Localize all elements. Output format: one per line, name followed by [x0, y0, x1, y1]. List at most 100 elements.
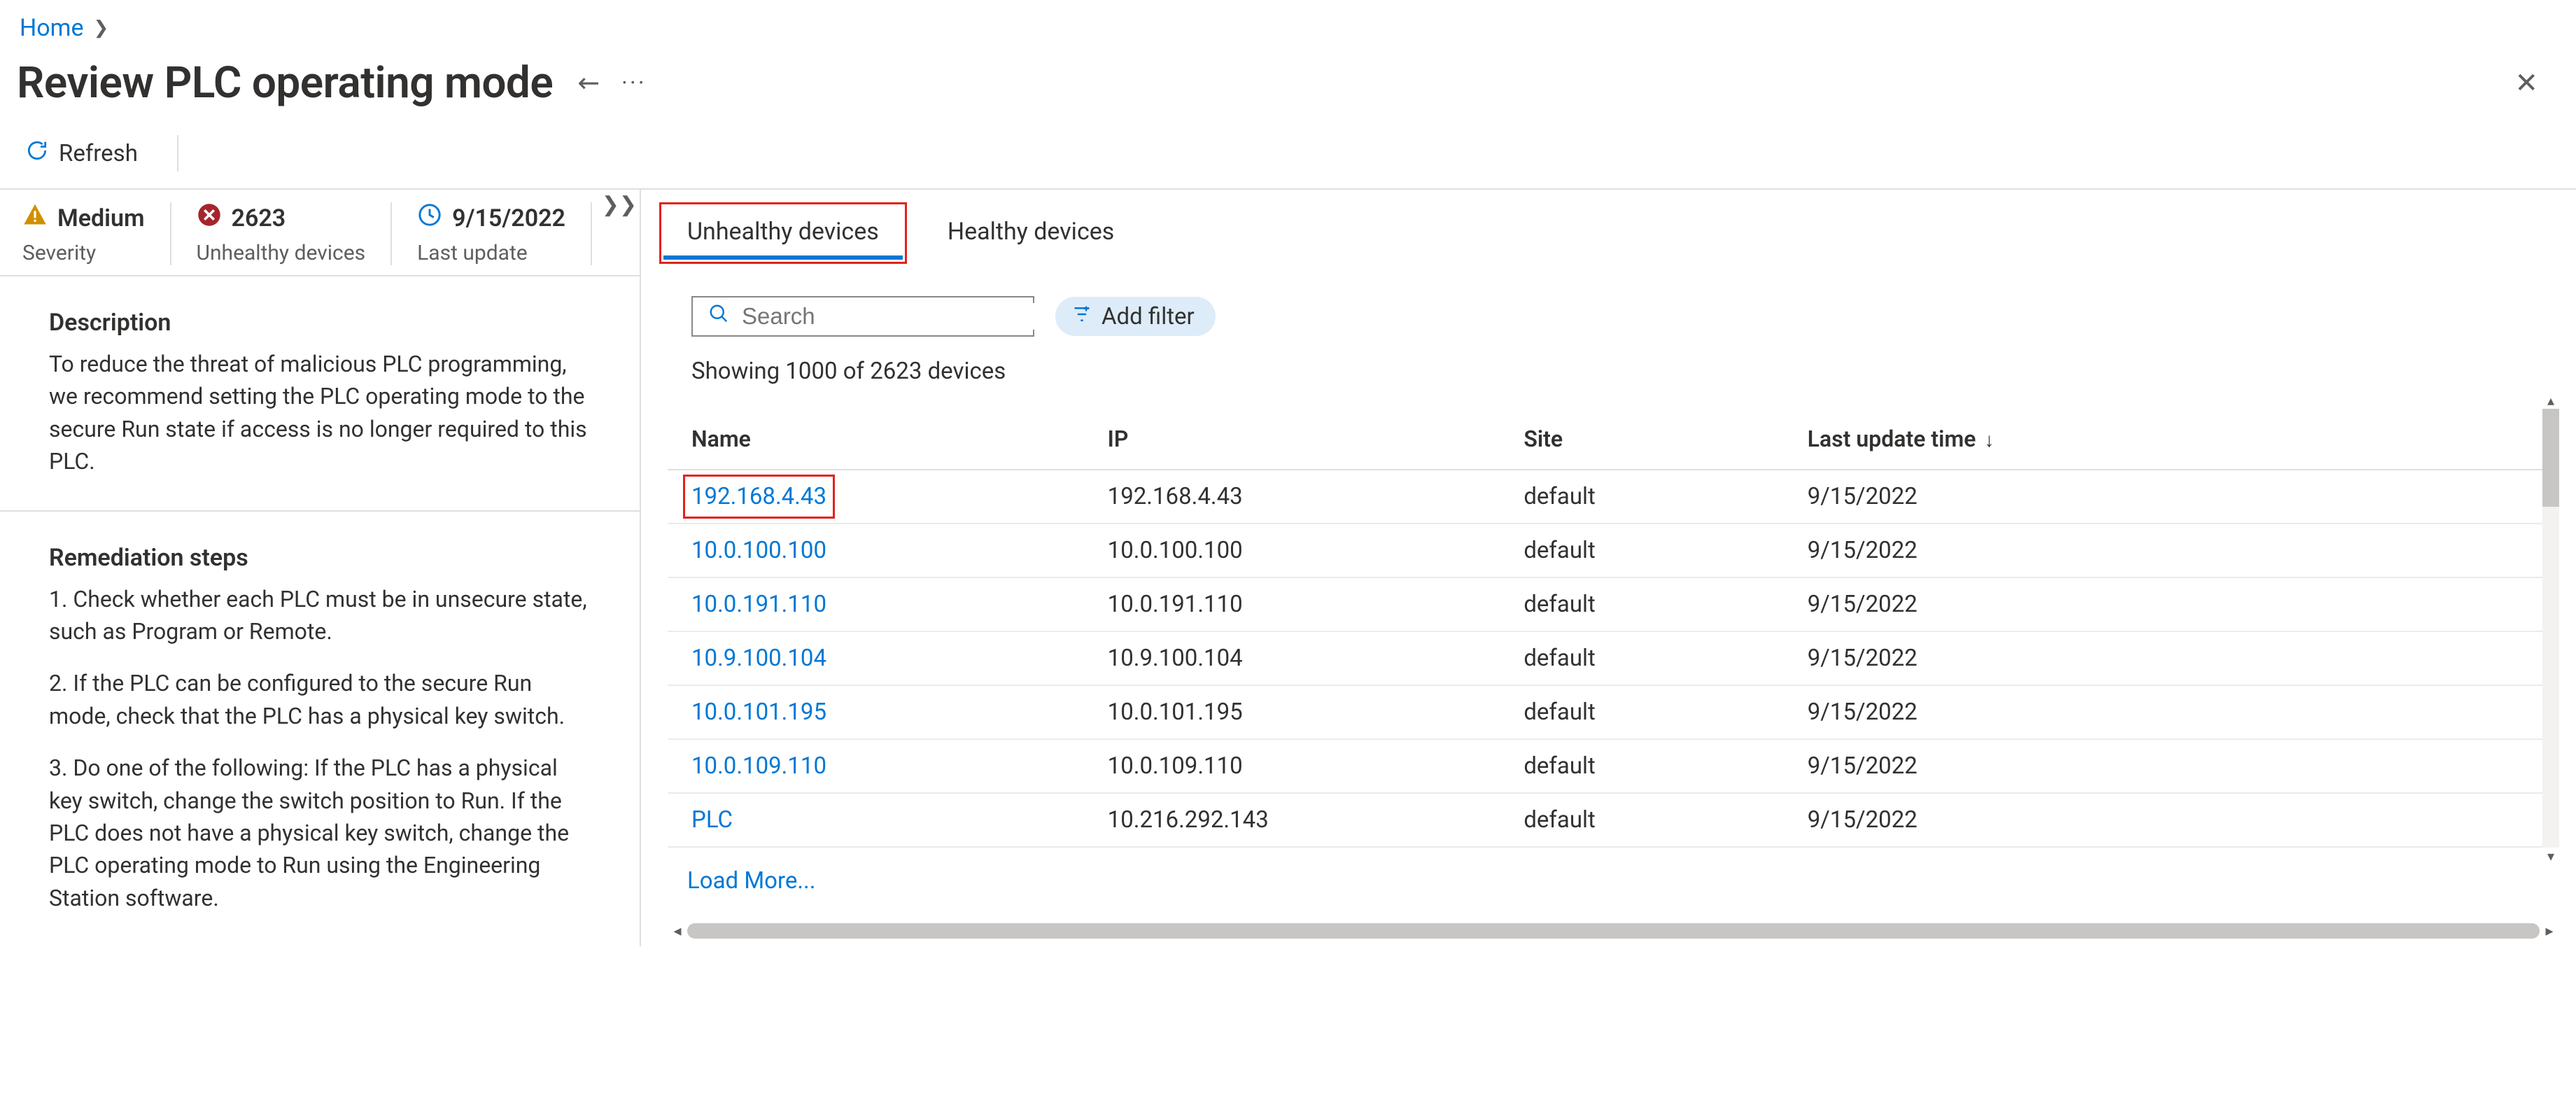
metrics-row: Medium Severity 2623 Unhealthy devices — [0, 190, 640, 276]
add-filter-label: Add filter — [1102, 303, 1195, 330]
horizontal-scrollbar[interactable]: ◂ ▸ — [668, 923, 2559, 939]
refresh-button[interactable]: Refresh — [25, 139, 138, 169]
page-title: Review PLC operating mode — [17, 57, 553, 108]
refresh-icon — [25, 139, 49, 169]
description-section: Description To reduce the threat of mali… — [0, 276, 640, 512]
device-site: default — [1500, 739, 1783, 793]
metric-severity: Medium Severity — [22, 202, 171, 265]
refresh-label: Refresh — [59, 140, 138, 167]
device-updated: 9/15/2022 — [1784, 739, 2559, 793]
table-row[interactable]: 10.0.109.11010.0.109.110default9/15/2022 — [668, 739, 2559, 793]
device-table: Name IP Site Last update time↓ 192.168.4… — [668, 409, 2559, 848]
command-separator — [177, 135, 178, 171]
close-button[interactable]: ✕ — [2514, 66, 2538, 99]
col-site[interactable]: Site — [1500, 409, 1783, 470]
metric-last-update: 9/15/2022 Last update — [392, 202, 592, 265]
search-icon — [708, 303, 729, 330]
device-updated: 9/15/2022 — [1784, 524, 2559, 577]
metric-unhealthy: 2623 Unhealthy devices — [171, 202, 393, 265]
search-box[interactable] — [691, 296, 1034, 337]
device-site: default — [1500, 631, 1783, 685]
device-name-link[interactable]: 10.0.191.110 — [691, 591, 826, 618]
device-updated: 9/15/2022 — [1784, 470, 2559, 524]
last-update-label: Last update — [417, 241, 565, 265]
collapse-metrics-button[interactable]: ❯❯ — [602, 192, 637, 217]
device-site: default — [1500, 524, 1783, 577]
details-pane: Medium Severity 2623 Unhealthy devices — [0, 190, 641, 946]
table-row[interactable]: 192.168.4.43192.168.4.43default9/15/2022 — [668, 470, 2559, 524]
results-count: Showing 1000 of 2623 devices — [663, 358, 2576, 385]
device-site: default — [1500, 470, 1783, 524]
scroll-left-arrow-icon[interactable]: ◂ — [668, 923, 687, 940]
device-ip: 10.0.109.110 — [1084, 739, 1500, 793]
col-name[interactable]: Name — [668, 409, 1084, 470]
device-updated: 9/15/2022 — [1784, 577, 2559, 631]
device-name-link[interactable]: 10.9.100.104 — [691, 645, 826, 672]
device-name-link[interactable]: 10.0.100.100 — [691, 537, 826, 564]
device-name-link[interactable]: PLC — [691, 806, 733, 834]
clock-icon — [417, 202, 442, 234]
device-updated: 9/15/2022 — [1784, 631, 2559, 685]
error-icon — [197, 202, 222, 234]
warning-icon — [22, 202, 48, 234]
device-ip: 10.0.101.195 — [1084, 685, 1500, 739]
device-updated: 9/15/2022 — [1784, 793, 2559, 847]
description-heading: Description — [49, 309, 595, 337]
device-ip: 10.0.100.100 — [1084, 524, 1500, 577]
pin-icon[interactable]: ↙︎ — [570, 64, 608, 101]
search-input[interactable] — [742, 303, 1039, 330]
scroll-up-arrow-icon[interactable]: ▴ — [2542, 392, 2559, 409]
remediation-section: Remediation steps 1. Check whether each … — [0, 512, 640, 947]
breadcrumb: Home ❯ — [0, 0, 2576, 48]
device-site: default — [1500, 685, 1783, 739]
command-bar: Refresh — [0, 118, 2576, 190]
chevron-right-icon: ❯ — [94, 17, 109, 38]
list-toolbar: Add filter — [663, 296, 2576, 337]
load-more-link[interactable]: Load More... — [687, 867, 815, 895]
col-last-update[interactable]: Last update time↓ — [1784, 409, 2559, 470]
device-name-link[interactable]: 192.168.4.43 — [691, 483, 826, 510]
load-more: Load More... — [663, 848, 2576, 895]
device-ip: 10.0.191.110 — [1084, 577, 1500, 631]
device-table-wrap: Name IP Site Last update time↓ 192.168.4… — [668, 409, 2559, 848]
scroll-down-arrow-icon[interactable]: ▾ — [2542, 848, 2559, 864]
severity-value: Medium — [57, 204, 145, 232]
scroll-right-arrow-icon[interactable]: ▸ — [2540, 923, 2559, 940]
col-ip[interactable]: IP — [1084, 409, 1500, 470]
remediation-step: 2. If the PLC can be configured to the s… — [49, 667, 595, 732]
title-bar: Review PLC operating mode ↙︎ ··· ✕ — [0, 48, 2576, 118]
more-actions-button[interactable]: ··· — [621, 69, 647, 97]
device-ip: 10.216.292.143 — [1084, 793, 1500, 847]
device-name-link[interactable]: 10.0.101.195 — [691, 699, 826, 726]
severity-label: Severity — [22, 241, 145, 265]
device-ip: 10.9.100.104 — [1084, 631, 1500, 685]
remediation-step: 1. Check whether each PLC must be in uns… — [49, 583, 595, 648]
tab-healthy-devices[interactable]: Healthy devices — [924, 206, 1139, 260]
table-row[interactable]: PLC 10.216.292.143default9/15/2022 — [668, 793, 2559, 847]
add-filter-button[interactable]: Add filter — [1055, 297, 1216, 336]
table-row[interactable]: 10.0.191.11010.0.191.110default9/15/2022 — [668, 577, 2559, 631]
device-tabs: Unhealthy devices Healthy devices — [663, 206, 2576, 260]
tab-unhealthy-devices[interactable]: Unhealthy devices — [663, 206, 903, 260]
table-row[interactable]: 10.0.101.19510.0.101.195default9/15/2022 — [668, 685, 2559, 739]
filter-icon — [1072, 303, 1092, 330]
sort-down-icon: ↓ — [1984, 428, 1994, 451]
description-body: To reduce the threat of malicious PLC pr… — [49, 348, 595, 478]
unhealthy-label: Unhealthy devices — [197, 241, 366, 265]
device-list-pane: Unhealthy devices Healthy devices Add fi… — [641, 190, 2576, 946]
unhealthy-count: 2623 — [232, 204, 286, 232]
vertical-scrollbar[interactable]: ▴ ▾ — [2542, 409, 2559, 848]
remediation-step: 3. Do one of the following: If the PLC h… — [49, 752, 595, 914]
remediation-heading: Remediation steps — [49, 544, 595, 572]
last-update-value: 9/15/2022 — [452, 204, 565, 232]
device-name-link[interactable]: 10.0.109.110 — [691, 752, 826, 780]
breadcrumb-home-link[interactable]: Home — [20, 14, 84, 42]
device-site: default — [1500, 577, 1783, 631]
device-updated: 9/15/2022 — [1784, 685, 2559, 739]
scroll-thumb[interactable] — [2542, 409, 2559, 507]
scroll-thumb[interactable] — [687, 923, 2540, 939]
device-site: default — [1500, 793, 1783, 847]
table-row[interactable]: 10.9.100.10410.9.100.104default9/15/2022 — [668, 631, 2559, 685]
table-row[interactable]: 10.0.100.10010.0.100.100default9/15/2022 — [668, 524, 2559, 577]
device-ip: 192.168.4.43 — [1084, 470, 1500, 524]
